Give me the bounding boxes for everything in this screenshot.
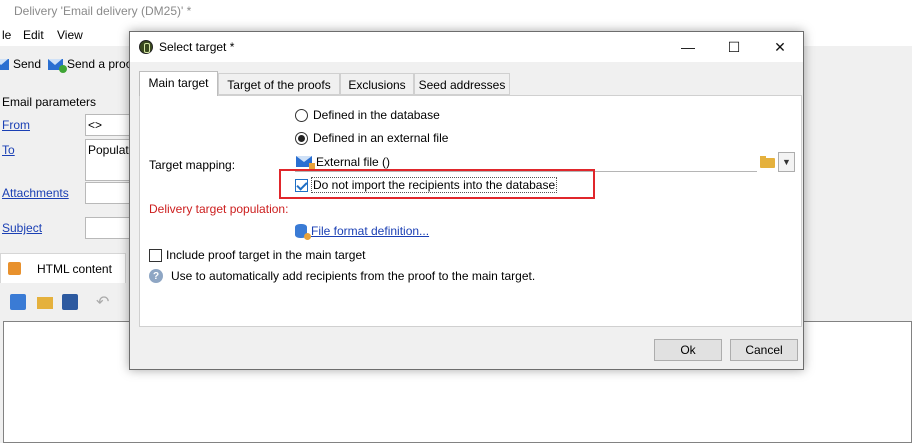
- file-format-definition-link[interactable]: File format definition...: [295, 224, 430, 240]
- database-file-icon: [295, 224, 311, 240]
- tab-main-target[interactable]: Main target: [139, 71, 218, 96]
- external-file-icon: [296, 156, 315, 170]
- new-content-icon[interactable]: [10, 294, 26, 310]
- from-link[interactable]: From: [2, 118, 30, 132]
- radio-defined-in-database-label: Defined in the database: [313, 108, 440, 122]
- send-proof-label: Send a proo: [67, 57, 133, 71]
- save-icon[interactable]: [62, 294, 78, 310]
- close-button[interactable]: ✕: [757, 32, 803, 62]
- send-button[interactable]: Send: [0, 57, 41, 71]
- include-proof-checkbox-box: [149, 248, 162, 262]
- open-folder-icon[interactable]: [37, 297, 53, 309]
- subject-field[interactable]: [85, 217, 135, 239]
- include-proof-checkbox[interactable]: Include proof target in the main target: [149, 248, 365, 262]
- html-content-icon: [8, 262, 21, 275]
- target-mapping-label: Target mapping:: [149, 158, 236, 172]
- email-parameters-heading: Email parameters: [2, 95, 97, 109]
- maximize-button[interactable]: ☐: [711, 32, 757, 62]
- help-icon: ?: [149, 269, 163, 283]
- tab-seed-addresses[interactable]: Seed addresses: [414, 73, 510, 95]
- attachments-field[interactable]: [85, 182, 135, 204]
- minimize-button[interactable]: —: [665, 32, 711, 62]
- radio-defined-in-database-dot: [295, 108, 308, 122]
- to-field[interactable]: Populati: [85, 139, 135, 181]
- radio-defined-in-database[interactable]: Defined in the database: [295, 108, 440, 122]
- to-link[interactable]: To: [2, 143, 15, 157]
- menu-view[interactable]: View: [57, 28, 83, 42]
- send-icon: [0, 58, 9, 70]
- radio-defined-in-external-file-dot: [295, 131, 308, 145]
- delivery-target-population-label: Delivery target population:: [149, 202, 289, 216]
- cancel-button[interactable]: Cancel: [730, 339, 798, 361]
- info-hint: ? Use to automatically add recipients fr…: [149, 269, 535, 283]
- include-proof-label: Include proof target in the main target: [166, 248, 366, 262]
- subject-link[interactable]: Subject: [2, 221, 42, 235]
- dialog-title: Select target *: [159, 40, 235, 54]
- app-title: Delivery 'Email delivery (DM25)' *: [14, 4, 192, 18]
- send-proof-button[interactable]: Send a proo: [48, 57, 133, 73]
- menu-edit[interactable]: Edit: [23, 28, 44, 42]
- select-target-dialog: Select target * — ☐ ✕ Main target Target…: [129, 31, 804, 370]
- send-proof-icon: [48, 58, 67, 73]
- info-text: Use to automatically add recipients from…: [171, 269, 536, 283]
- target-mapping-value: External file (): [316, 154, 391, 169]
- tab-target-of-proofs[interactable]: Target of the proofs: [218, 73, 340, 95]
- radio-defined-in-external-file-label: Defined in an external file: [313, 131, 449, 145]
- app-logo-icon: [139, 40, 153, 54]
- ok-button[interactable]: Ok: [654, 339, 722, 361]
- app-titlebar: Delivery 'Email delivery (DM25)' *: [0, 0, 912, 24]
- from-field[interactable]: <>: [85, 114, 135, 136]
- file-format-definition-label: File format definition...: [311, 224, 430, 238]
- annotation-highlight-box: [279, 169, 595, 199]
- chevron-down-icon[interactable]: ▼: [778, 152, 795, 172]
- tab-html-content[interactable]: HTML content: [0, 253, 126, 283]
- dialog-titlebar: Select target * — ☐ ✕: [130, 32, 803, 62]
- main-target-panel: Defined in the database Defined in an ex…: [139, 95, 802, 327]
- send-label: Send: [13, 57, 42, 71]
- radio-defined-in-external-file[interactable]: Defined in an external file: [295, 131, 448, 145]
- tab-exclusions[interactable]: Exclusions: [340, 73, 414, 95]
- attachments-link[interactable]: Attachments: [2, 186, 69, 200]
- folder-icon[interactable]: [759, 153, 777, 171]
- tab-html-content-label: HTML content: [37, 262, 112, 276]
- undo-icon[interactable]: ↶: [96, 292, 112, 311]
- menu-file[interactable]: le: [2, 28, 11, 42]
